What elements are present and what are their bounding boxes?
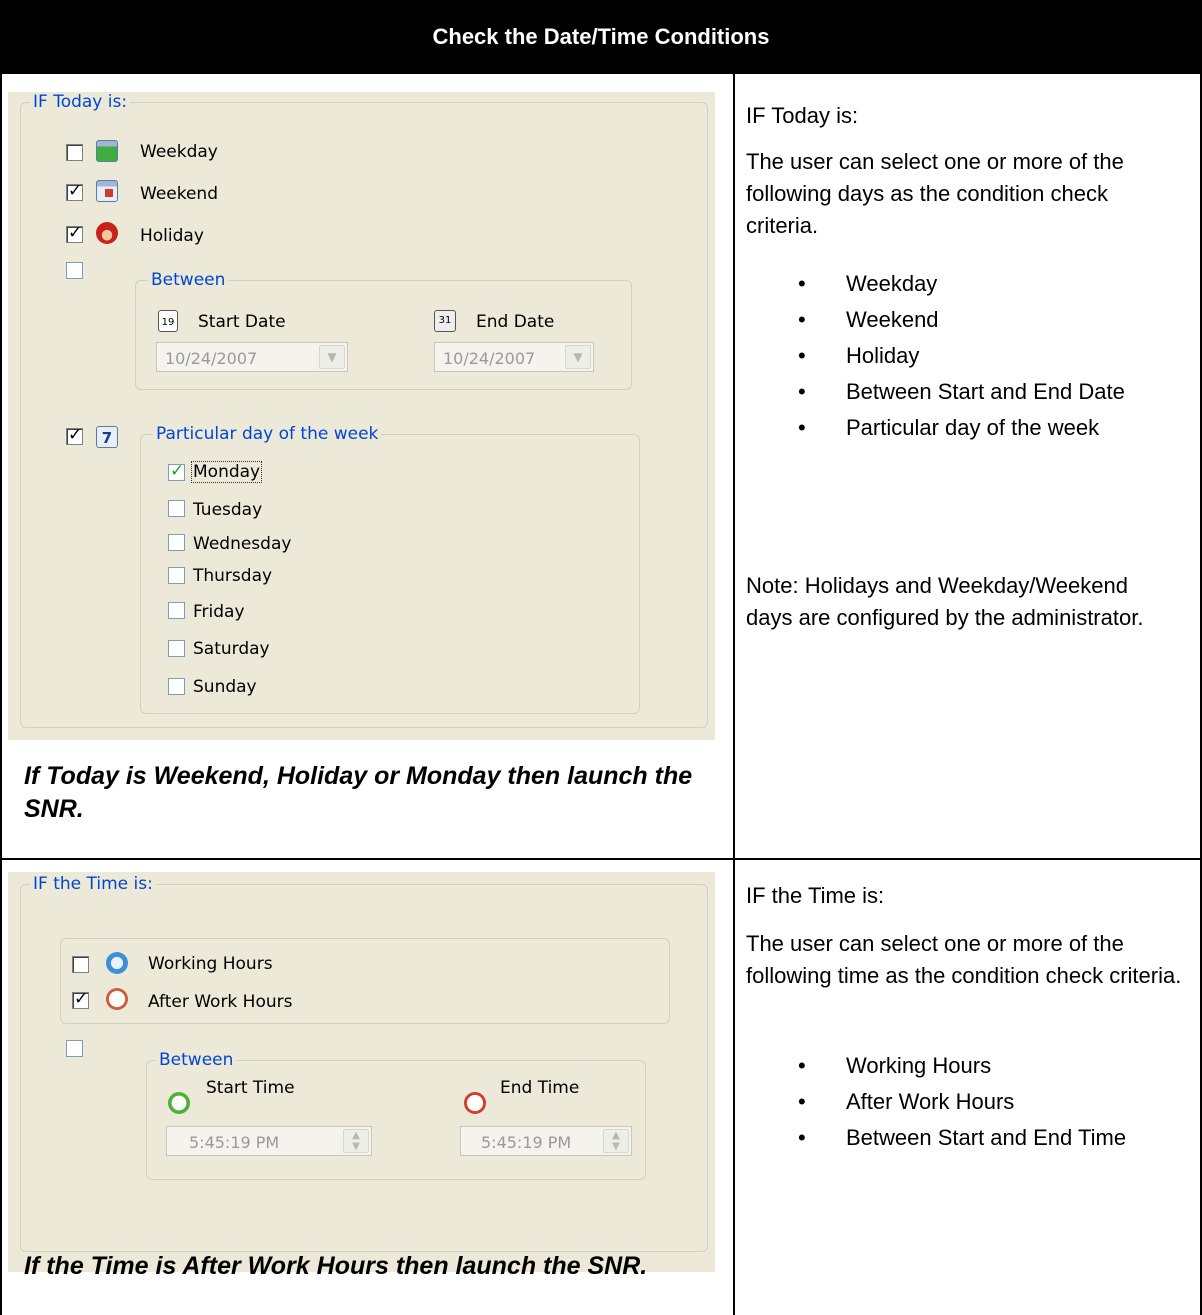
between-times-title: Between xyxy=(156,1050,237,1070)
date-conditions-panel: IF Today is: Weekday ✓ Weekend ✓ Holiday… xyxy=(8,92,715,740)
start-time-spinner[interactable]: 5:45:19 PM ▲ ▼ xyxy=(166,1126,372,1156)
date-bullet-list: Weekday Weekend Holiday Between Start an… xyxy=(746,266,1196,446)
conditions-table: Check the Date/Time Conditions IF Today … xyxy=(0,0,1202,1315)
date-caption: If Today is Weekend, Holiday or Monday t… xyxy=(24,762,693,823)
day-of-week-icon: 7 xyxy=(96,426,118,448)
time-group-title: IF the Time is: xyxy=(30,874,156,894)
list-item: Weekday xyxy=(746,266,1196,302)
end-time-clock-icon xyxy=(464,1092,486,1114)
start-date-calendar-icon: 19 xyxy=(158,310,178,332)
monday-label: Monday xyxy=(190,461,263,483)
end-time-label: End Time xyxy=(500,1078,580,1098)
table-header: Check the Date/Time Conditions xyxy=(0,0,1202,74)
time-bullet-list: Working Hours After Work Hours Between S… xyxy=(746,1048,1200,1156)
friday-checkbox[interactable] xyxy=(168,602,185,619)
start-date-picker[interactable]: 10/24/2007 ▼ xyxy=(156,342,348,372)
date-group-title: IF Today is: xyxy=(30,92,131,112)
particular-day-title: Particular day of the week xyxy=(153,424,382,444)
date-note: Note: Holidays and Weekday/Weekend days … xyxy=(746,573,1144,630)
chevron-down-icon[interactable]: ▼ xyxy=(565,345,591,369)
time-conditions-panel: IF the Time is: Working Hours ✓ After Wo… xyxy=(8,872,715,1272)
working-hours-checkbox[interactable] xyxy=(72,956,89,973)
date-desc-body: The user can select one or more of the f… xyxy=(746,149,1124,238)
sunday-label: Sunday xyxy=(193,677,257,697)
end-date-picker[interactable]: 10/24/2007 ▼ xyxy=(434,342,594,372)
list-item: Particular day of the week xyxy=(746,410,1196,446)
holiday-label: Holiday xyxy=(140,226,204,246)
holiday-checkbox[interactable]: ✓ xyxy=(66,223,83,243)
holiday-santa-icon xyxy=(96,222,118,244)
tuesday-checkbox[interactable] xyxy=(168,500,185,517)
table-row-divider xyxy=(0,858,1202,860)
end-time-value: 5:45:19 PM xyxy=(481,1133,572,1152)
date-desc-heading: IF Today is: xyxy=(746,103,859,128)
list-item: Between Start and End Time xyxy=(746,1120,1200,1156)
weekend-label: Weekend xyxy=(140,184,218,204)
end-date-label: End Date xyxy=(476,312,555,332)
end-time-spinner[interactable]: 5:45:19 PM ▲ ▼ xyxy=(460,1126,632,1156)
thursday-label: Thursday xyxy=(193,566,273,586)
time-desc-body: The user can select one or more of the f… xyxy=(746,931,1182,988)
weekday-calendar-icon xyxy=(96,140,118,162)
chevron-down-icon[interactable]: ▼ xyxy=(319,345,345,369)
time-caption: If the Time is After Work Hours then lau… xyxy=(24,1252,648,1280)
table-border-left xyxy=(0,74,2,1315)
after-work-hours-label: After Work Hours xyxy=(148,992,293,1012)
between-times-checkbox[interactable] xyxy=(66,1040,83,1057)
between-dates-title: Between xyxy=(148,270,229,290)
saturday-label: Saturday xyxy=(193,639,270,659)
weekday-label: Weekday xyxy=(140,142,218,162)
monday-checkbox[interactable]: ✓ xyxy=(168,461,185,481)
between-dates-groupbox xyxy=(135,280,632,390)
working-hours-clock-icon xyxy=(106,952,128,974)
after-work-hours-checkbox[interactable]: ✓ xyxy=(72,989,89,1009)
spinner-arrows-icon[interactable]: ▲ ▼ xyxy=(343,1129,369,1153)
list-item: Weekend xyxy=(746,302,1196,338)
saturday-checkbox[interactable] xyxy=(168,640,185,657)
friday-label: Friday xyxy=(193,602,245,622)
start-time-label: Start Time xyxy=(206,1078,295,1098)
end-date-value: 10/24/2007 xyxy=(443,349,536,368)
time-desc-heading: IF the Time is: xyxy=(746,883,885,908)
start-time-value: 5:45:19 PM xyxy=(189,1133,280,1152)
wednesday-checkbox[interactable] xyxy=(168,534,185,551)
list-item: Between Start and End Date xyxy=(746,374,1196,410)
after-hours-clock-icon xyxy=(106,988,128,1010)
list-item: Holiday xyxy=(746,338,1196,374)
sunday-checkbox[interactable] xyxy=(168,678,185,695)
wednesday-label: Wednesday xyxy=(193,534,292,554)
weekday-checkbox[interactable] xyxy=(66,144,83,161)
weekend-calendar-icon xyxy=(96,180,118,202)
working-hours-label: Working Hours xyxy=(148,954,273,974)
list-item: Working Hours xyxy=(746,1048,1200,1084)
table-column-divider xyxy=(733,74,735,1315)
list-item: After Work Hours xyxy=(746,1084,1200,1120)
weekend-checkbox[interactable]: ✓ xyxy=(66,181,83,201)
end-date-calendar-icon: 31 xyxy=(434,310,456,332)
start-date-label: Start Date xyxy=(198,312,286,332)
start-time-clock-icon xyxy=(168,1092,190,1114)
start-date-value: 10/24/2007 xyxy=(165,349,258,368)
tuesday-label: Tuesday xyxy=(193,500,263,520)
spinner-arrows-icon[interactable]: ▲ ▼ xyxy=(603,1129,629,1153)
thursday-checkbox[interactable] xyxy=(168,567,185,584)
particular-day-checkbox[interactable]: ✓ xyxy=(66,425,83,445)
between-dates-checkbox[interactable] xyxy=(66,262,83,279)
